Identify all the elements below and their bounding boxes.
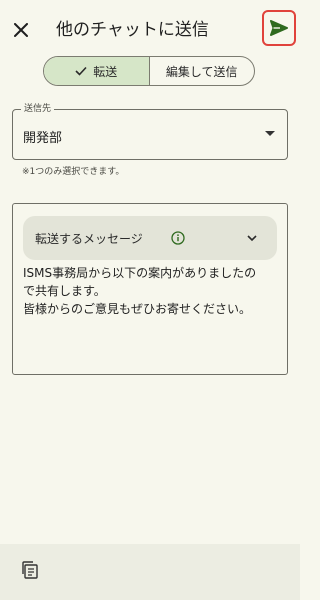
message-line: で共有します。 xyxy=(23,284,106,298)
message-line: 皆様からのご意見もぜひお寄せください。 xyxy=(23,302,252,316)
top-app-bar: 他のチャットに送信 xyxy=(0,0,300,60)
destination-select[interactable]: 送信先 開発部 xyxy=(12,103,288,160)
page-title: 他のチャットに送信 xyxy=(56,20,209,40)
destination-value: 開発部 xyxy=(23,131,63,146)
send-mode-toggle: 転送 編集して送信 xyxy=(43,56,255,86)
forwarded-message-label: 転送するメッセージ xyxy=(35,232,143,246)
send-button[interactable] xyxy=(262,10,296,46)
bottom-bar xyxy=(0,544,300,600)
copy-icon[interactable] xyxy=(20,560,40,580)
segment-forward[interactable]: 転送 xyxy=(44,57,150,85)
message-body: ISMS事務局から以下の案内がありましたの で共有します。 皆様からのご意見もぜ… xyxy=(23,264,281,318)
check-icon xyxy=(75,66,87,76)
segment-forward-label: 転送 xyxy=(93,64,118,79)
message-line: ISMS事務局から以下の案内がありましたの xyxy=(23,266,257,280)
destination-label: 送信先 xyxy=(21,103,55,115)
dropdown-arrow-icon xyxy=(265,131,275,136)
send-icon xyxy=(270,20,288,36)
message-box: 転送するメッセージ ISMS事務局から以下の案内がありましたの で共有します。 … xyxy=(12,203,288,375)
destination-helper-text: ※1つのみ選択できます。 xyxy=(22,167,125,177)
segment-edit-and-send[interactable]: 編集して送信 xyxy=(150,57,255,85)
forwarded-message-chip[interactable]: 転送するメッセージ xyxy=(23,216,277,260)
chevron-down-icon[interactable] xyxy=(245,231,259,245)
segment-edit-label: 編集して送信 xyxy=(165,64,238,79)
close-button[interactable] xyxy=(10,19,32,41)
close-icon xyxy=(14,23,28,37)
info-icon[interactable] xyxy=(171,231,185,245)
